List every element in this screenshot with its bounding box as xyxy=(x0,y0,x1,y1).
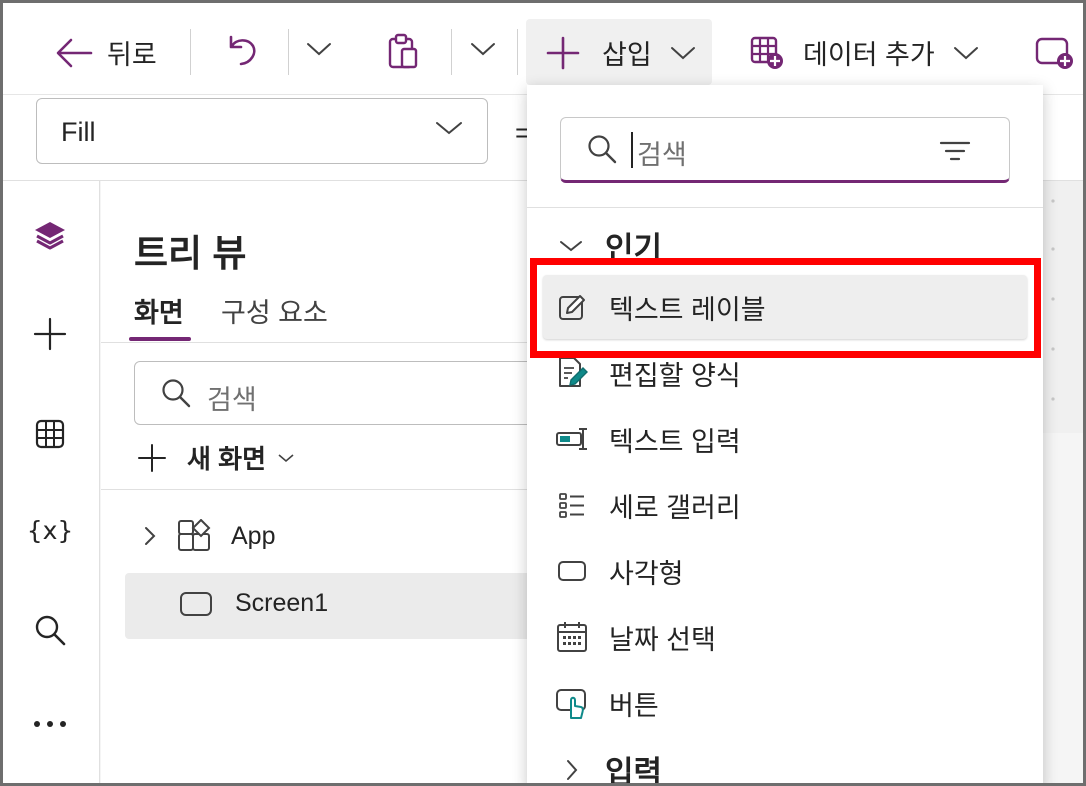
insert-search-placeholder: 검색 xyxy=(637,140,687,170)
chevron-down-icon xyxy=(953,45,979,61)
undo-icon xyxy=(223,33,259,69)
calendar-icon xyxy=(555,620,589,654)
chevron-down-icon xyxy=(559,239,583,253)
canvas-area[interactable] xyxy=(1041,181,1083,433)
layers-icon xyxy=(33,220,67,252)
chevron-down-icon xyxy=(470,41,496,57)
table-add-icon xyxy=(749,35,785,71)
toolbar-divider xyxy=(288,29,289,75)
menu-item-label: 텍스트 입력 xyxy=(609,426,741,457)
highlight-annotation xyxy=(530,258,1041,358)
undo-dropdown-button[interactable] xyxy=(306,41,332,57)
tab-components[interactable]: 구성 요소 xyxy=(221,291,328,330)
back-label: 뒤로 xyxy=(107,40,157,70)
menu-item-label: 버튼 xyxy=(609,690,659,721)
canvas-grid-dots xyxy=(1051,199,1055,401)
search-icon xyxy=(161,378,191,408)
rectangle-icon xyxy=(555,554,589,588)
menu-item-date-picker[interactable]: 날짜 선택 xyxy=(543,605,1027,669)
tree-search-placeholder: 검색 xyxy=(207,385,257,415)
menu-item-label: 사각형 xyxy=(609,558,684,589)
table-icon xyxy=(34,418,66,450)
left-rail: {x} xyxy=(3,181,100,783)
toolbar-divider xyxy=(190,29,191,75)
search-icon xyxy=(587,134,617,164)
divider xyxy=(527,207,1043,208)
variables-rail-button[interactable]: {x} xyxy=(27,511,74,549)
new-screen-button[interactable]: 새 화면 xyxy=(137,439,294,476)
chevron-right-icon[interactable] xyxy=(143,525,157,547)
section-title: 입력 xyxy=(605,755,663,786)
add-data-button[interactable]: 데이터 추가 xyxy=(749,33,979,72)
app-window: 뒤로 삽입 데이터 추가 Fill = {x} 트리 뷰 화면 구성 요소 검색… xyxy=(0,0,1086,786)
vertical-gallery-icon xyxy=(555,488,589,522)
add-data-label: 데이터 추가 xyxy=(803,40,935,70)
tree-node-app[interactable]: App xyxy=(143,519,275,553)
data-rail-button[interactable] xyxy=(31,415,69,453)
screen-add-icon xyxy=(1035,35,1075,71)
chevron-down-icon xyxy=(670,45,696,61)
menu-item-rectangle[interactable]: 사각형 xyxy=(543,539,1027,603)
menu-item-text-input[interactable]: 텍스트 입력 xyxy=(543,407,1027,471)
chevron-down-icon xyxy=(278,453,294,463)
menu-item-button[interactable]: 버튼 xyxy=(543,671,1027,735)
tree-search-input[interactable]: 검색 xyxy=(134,361,554,425)
text-input-icon xyxy=(555,422,589,456)
search-icon xyxy=(34,614,66,646)
tree-view-rail-button[interactable] xyxy=(31,217,69,255)
toolbar-divider xyxy=(517,29,518,75)
insert-search-input[interactable]: 검색 xyxy=(560,117,1010,183)
property-value: Fill xyxy=(61,117,96,147)
menu-item-vertical-gallery[interactable]: 세로 갤러리 xyxy=(543,473,1027,537)
plus-icon xyxy=(546,36,580,70)
tree-node-screen1-content[interactable]: Screen1 xyxy=(179,589,328,618)
insert-button-content[interactable]: 삽입 xyxy=(546,33,696,72)
tree-node-label: Screen1 xyxy=(235,589,329,617)
new-screen-toolbar-button[interactable] xyxy=(1035,35,1075,71)
paste-button[interactable] xyxy=(386,33,420,71)
more-dots-icon xyxy=(33,720,67,728)
plus-icon xyxy=(137,443,167,473)
screen-icon xyxy=(179,591,213,617)
tree-view-panel: 트리 뷰 화면 구성 요소 검색 새 화면 App Screen1 xyxy=(101,181,554,783)
arrow-left-icon xyxy=(55,36,93,70)
back-button[interactable]: 뒤로 xyxy=(55,33,157,72)
divider xyxy=(101,489,531,490)
new-screen-label: 새 화면 xyxy=(187,444,266,474)
search-rail-button[interactable] xyxy=(31,611,69,649)
insert-menu: 검색 인기 텍스트 레이블 편집할 양식 텍스트 입력 세로 갤러리 사각형 날… xyxy=(527,85,1043,786)
variable-icon: {x} xyxy=(26,515,74,545)
divider xyxy=(101,342,531,343)
toolbar-divider xyxy=(451,29,452,75)
property-dropdown[interactable]: Fill xyxy=(36,98,488,164)
form-edit-icon xyxy=(555,356,589,390)
undo-button[interactable] xyxy=(223,33,259,69)
active-tab-indicator xyxy=(129,337,191,341)
insert-rail-button[interactable] xyxy=(31,315,69,353)
command-bar: 뒤로 삽입 데이터 추가 xyxy=(3,3,1083,95)
tree-view-title: 트리 뷰 xyxy=(134,233,247,274)
tab-screens[interactable]: 화면 xyxy=(134,291,184,330)
more-rail-button[interactable] xyxy=(31,705,69,743)
text-caret xyxy=(631,132,633,168)
menu-item-label: 편집할 양식 xyxy=(609,360,741,391)
section-input-header[interactable]: 입력 xyxy=(559,747,663,786)
clipboard-icon xyxy=(386,33,420,71)
insert-label: 삽입 xyxy=(602,40,652,70)
menu-item-label: 세로 갤러리 xyxy=(609,492,741,523)
button-pointer-icon xyxy=(555,686,589,720)
menu-item-label: 날짜 선택 xyxy=(609,624,716,655)
plus-icon xyxy=(33,317,67,351)
filter-icon[interactable] xyxy=(939,140,971,162)
tree-node-label: App xyxy=(231,521,276,550)
app-icon xyxy=(177,519,211,553)
paste-dropdown-button[interactable] xyxy=(470,41,496,57)
chevron-down-icon xyxy=(435,119,463,142)
chevron-right-icon xyxy=(565,758,579,782)
chevron-down-icon xyxy=(306,41,332,57)
